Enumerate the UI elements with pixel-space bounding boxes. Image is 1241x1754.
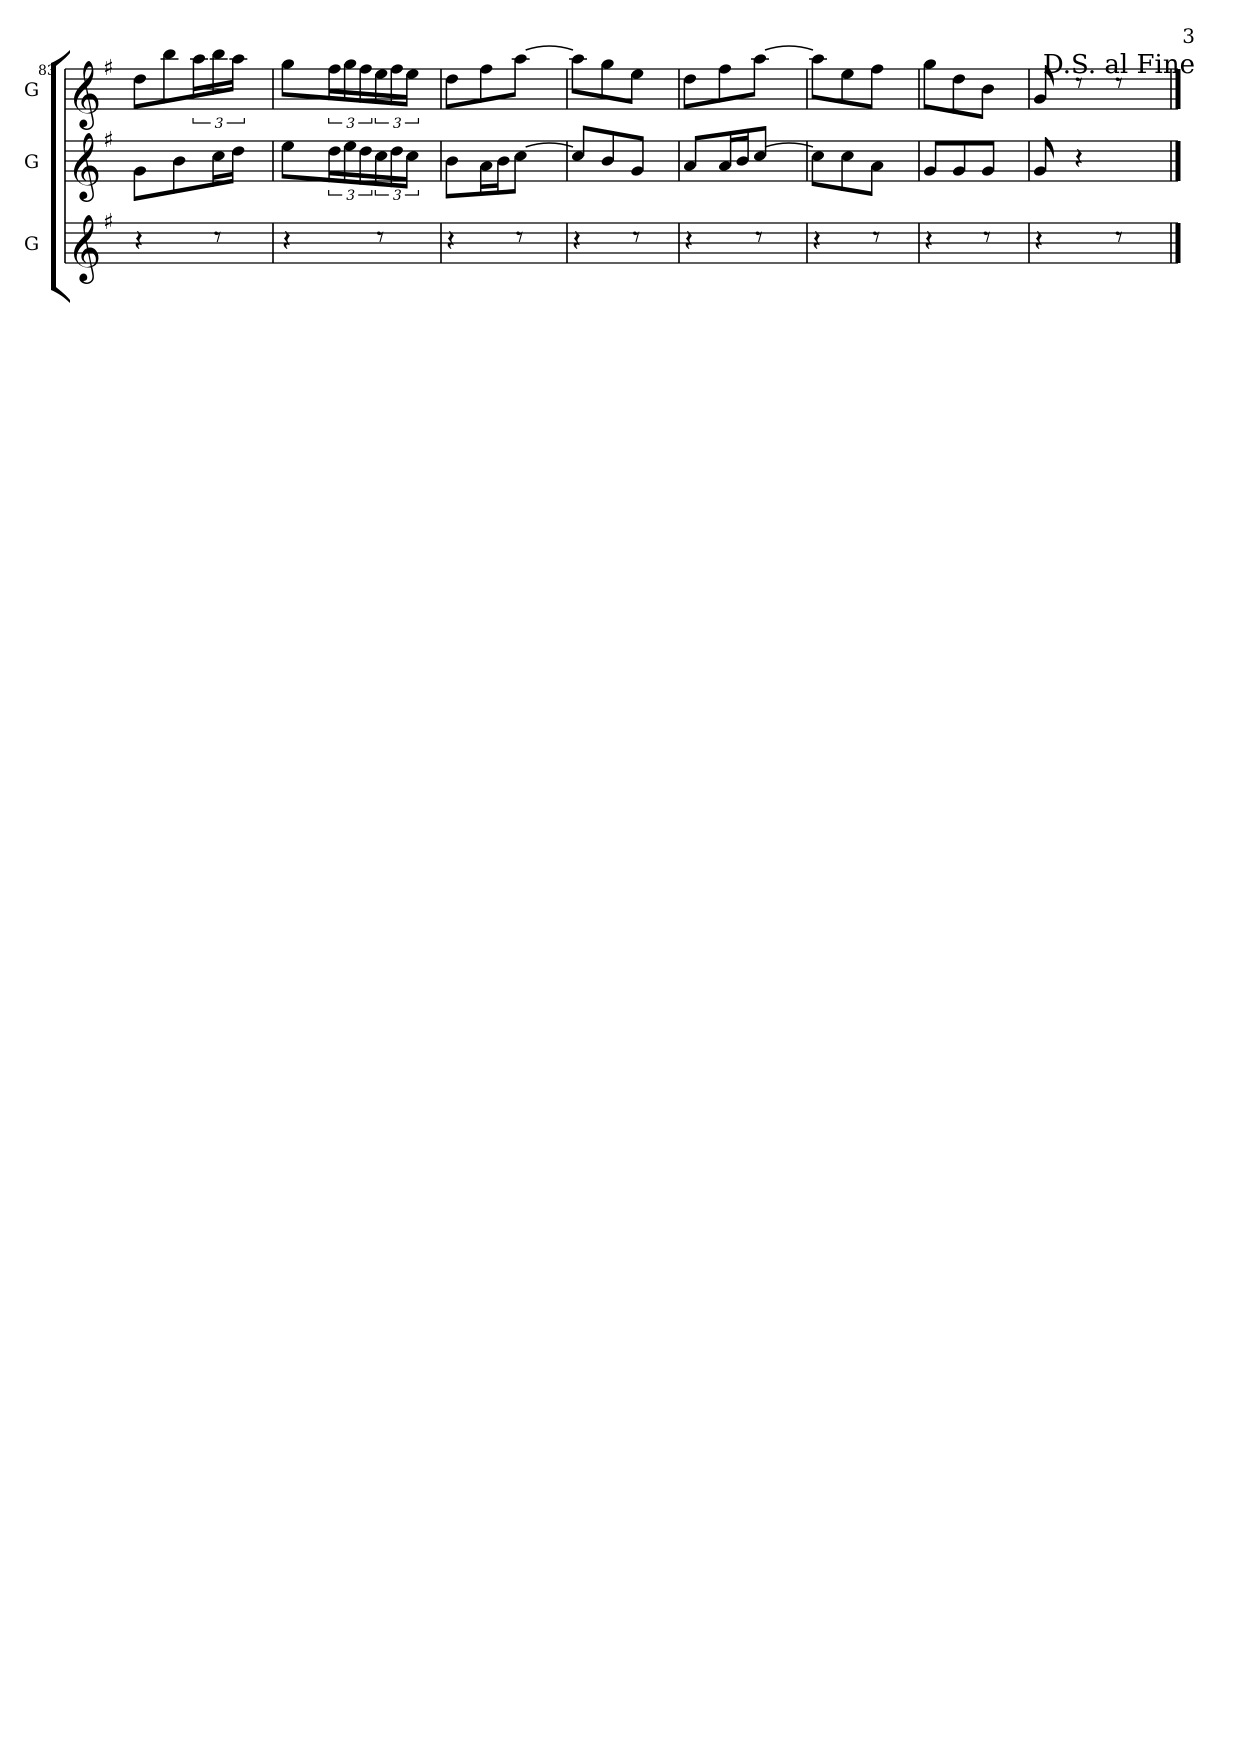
- beam: [480, 183, 498, 189]
- key-signature-sharp: ♯: [103, 128, 114, 153]
- eighth-rest-icon: 𝄾: [376, 220, 384, 255]
- quarter-rest-icon: 𝄽: [134, 224, 143, 259]
- eighth-rest-icon: 𝄾: [1115, 220, 1123, 255]
- tuplet-number: 3: [346, 188, 355, 204]
- quarter-rest-icon: 𝄽: [572, 224, 581, 259]
- tuplet-number: 3: [215, 116, 224, 132]
- tie: [764, 142, 814, 148]
- treble-clef-icon: 𝄞: [67, 59, 101, 130]
- beam: [935, 141, 994, 146]
- measure-number: 83: [38, 63, 56, 79]
- treble-clef-icon: 𝄞: [67, 213, 101, 284]
- eighth-rest-icon: 𝄾: [632, 220, 640, 255]
- quarter-rest-icon: 𝄽: [812, 224, 821, 259]
- eighth-rest-icon: 𝄾: [1115, 66, 1123, 101]
- beam: [134, 178, 233, 201]
- eighth-rest-icon: 𝄾: [983, 220, 991, 255]
- eighth-rest-icon: 𝄾: [1075, 66, 1083, 101]
- tuplet-number: 3: [393, 188, 402, 204]
- flag: [1045, 65, 1054, 87]
- tuplet-number: 3: [393, 116, 402, 132]
- key-signature-sharp: ♯: [103, 210, 114, 235]
- beam: [213, 171, 233, 180]
- quarter-rest-icon: 𝄽: [446, 224, 455, 259]
- tie: [764, 45, 814, 51]
- staff-label: G: [24, 233, 39, 255]
- eighth-rest-icon: 𝄾: [214, 220, 222, 255]
- eighth-rest-icon: 𝄾: [516, 220, 524, 255]
- eighth-rest-icon: 𝄾: [872, 220, 880, 255]
- key-signature-sharp: ♯: [103, 56, 114, 81]
- score-system: GGG 83 𝄞 ♯𝄞 ♯𝄞 ♯ 3 3 3𝄾 𝄾3 3𝄽𝄽 𝄾 𝄽 𝄾 𝄽 𝄾 𝄽 𝄾 𝄽 𝄾 𝄽 𝄾 𝄽 𝄾 𝄽 𝄾: [24, 45, 1181, 303]
- quarter-rest-icon: 𝄽: [684, 224, 693, 259]
- tie: [525, 45, 574, 51]
- staff-label: G: [24, 151, 39, 173]
- quarter-rest-icon: 𝄽: [924, 224, 933, 259]
- staff-label: G: [24, 79, 39, 101]
- staff-1: 𝄞 ♯: [65, 56, 1181, 130]
- quarter-rest-icon: 𝄽: [282, 224, 291, 259]
- tie: [525, 142, 574, 148]
- quarter-rest-icon: 𝄽: [1074, 142, 1083, 177]
- beam: [134, 86, 233, 109]
- staff-3: 𝄞 ♯: [65, 210, 1181, 284]
- staff-2: 𝄞 ♯: [65, 128, 1181, 202]
- flag: [1045, 137, 1054, 159]
- quarter-rest-icon: 𝄽: [1034, 224, 1043, 259]
- tuplet-number: 3: [346, 116, 355, 132]
- treble-clef-icon: 𝄞: [67, 131, 101, 202]
- eighth-rest-icon: 𝄾: [755, 220, 763, 255]
